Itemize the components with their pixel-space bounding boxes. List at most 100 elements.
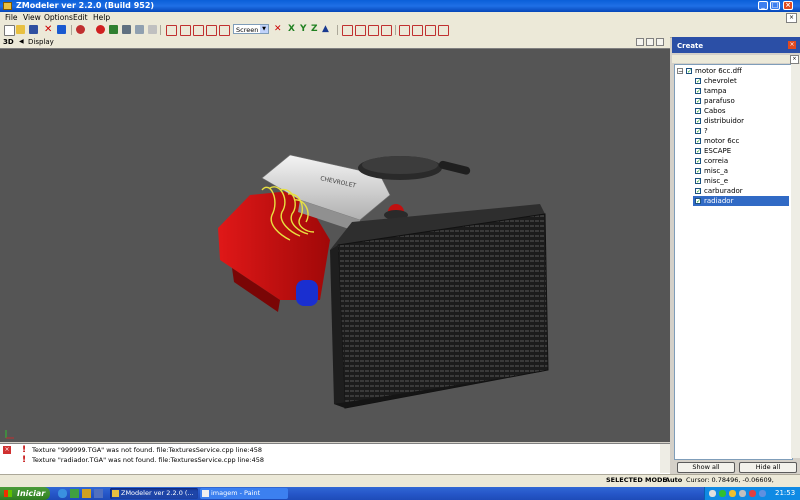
log-scrollbar[interactable] [660, 444, 670, 473]
log-close-icon[interactable]: × [3, 446, 11, 454]
viewport-close-icon[interactable] [656, 38, 664, 46]
tree-item[interactable]: ✓ carburador [693, 186, 789, 196]
tree-item[interactable]: ✓ radiador [693, 196, 789, 206]
tray-icon[interactable] [749, 490, 756, 497]
tree-item[interactable]: ✓ misc_e [693, 176, 789, 186]
zoom-icon[interactable] [166, 25, 177, 36]
delete-icon[interactable]: ✕ [44, 25, 53, 35]
checkbox-icon[interactable]: ✓ [695, 148, 701, 155]
checkbox-icon[interactable]: ✓ [695, 178, 701, 185]
rotate-icon[interactable] [381, 25, 392, 36]
task-paint[interactable]: imagem - Paint [200, 488, 288, 499]
checkbox-icon[interactable]: ✓ [695, 88, 701, 95]
tool-icon[interactable] [148, 25, 157, 34]
close-button[interactable]: × [783, 1, 793, 10]
scale-icon[interactable] [368, 25, 379, 36]
tree-item[interactable]: ✓ tampa [693, 86, 789, 96]
view-mode-select[interactable]: Screen ▼ [233, 24, 269, 34]
menu-help[interactable]: Help [90, 12, 113, 23]
viewport-restore-icon[interactable] [636, 38, 644, 46]
axis-y-toggle[interactable]: Y [300, 24, 307, 34]
record-icon[interactable] [96, 25, 105, 34]
explorer-icon[interactable] [82, 489, 91, 498]
tray-icon[interactable] [719, 490, 726, 497]
checkbox-icon[interactable]: ✓ [695, 128, 701, 135]
hide-all-button[interactable]: Hide all [739, 462, 797, 473]
tree-item[interactable]: ✓ chevrolet [693, 76, 789, 86]
tray-icon[interactable] [709, 490, 716, 497]
vertex-icon[interactable] [399, 25, 410, 36]
rotate-view-icon[interactable] [193, 25, 204, 36]
display-menu[interactable]: Display [28, 38, 54, 46]
object-tree: − ✓ motor 6cc.dff ✓ chevrolet ✓ tampa ✓ paraf… [674, 64, 793, 460]
network-icon[interactable] [759, 490, 766, 497]
checkbox-icon[interactable]: ✓ [695, 78, 701, 85]
collapse-icon[interactable]: − [677, 68, 683, 75]
fit-icon[interactable] [219, 25, 230, 36]
status-snap[interactable]: Auto [665, 475, 682, 485]
checkbox-icon[interactable]: ✓ [695, 98, 701, 105]
tree-item[interactable]: ✓ misc_a [693, 166, 789, 176]
object-icon[interactable] [438, 25, 449, 36]
tree-item[interactable]: ✓ Cabos [693, 106, 789, 116]
undo-icon[interactable] [122, 25, 131, 34]
select-region-icon[interactable] [355, 25, 366, 36]
tree-item[interactable]: ✓ distribuidor [693, 116, 789, 126]
tree-item-label: parafuso [704, 97, 735, 105]
select-icon[interactable] [342, 25, 353, 36]
viewport-maximize-icon[interactable] [646, 38, 654, 46]
export-icon[interactable] [57, 25, 66, 34]
maximize-button[interactable]: □ [770, 1, 780, 10]
checkbox-icon[interactable]: ✓ [686, 68, 692, 75]
toolbar-separator [337, 25, 338, 35]
tree-item[interactable]: ✓ correia [693, 156, 789, 166]
panel-collapse-icon[interactable]: × [790, 55, 799, 64]
material-icon[interactable] [109, 25, 118, 34]
doc-close-icon[interactable]: × [786, 13, 797, 23]
task-zmodeler[interactable]: ZModeler ver 2.2.0 (... [110, 488, 198, 499]
tree-item[interactable]: ✓ motor 6cc [693, 136, 789, 146]
redo-icon[interactable] [135, 25, 144, 34]
menu-file[interactable]: File [2, 12, 21, 23]
axis-lock-icon[interactable]: ✕ [274, 25, 283, 34]
pan-icon[interactable] [180, 25, 191, 36]
ie-icon[interactable] [58, 489, 67, 498]
checkbox-icon[interactable]: ✓ [695, 198, 701, 205]
checkbox-icon[interactable]: ✓ [695, 158, 701, 165]
tray-icon[interactable] [729, 490, 736, 497]
show-all-button[interactable]: Show all [677, 462, 735, 473]
axis-x-toggle[interactable]: X [288, 24, 295, 34]
volume-icon[interactable] [739, 490, 746, 497]
view-label[interactable]: 3D [3, 38, 14, 46]
panel-close-icon[interactable]: × [788, 41, 796, 49]
panel-header: Create × [672, 37, 800, 53]
open-icon[interactable] [16, 25, 25, 34]
face-icon[interactable] [425, 25, 436, 36]
viewport-3d[interactable]: CHEVROLET [0, 49, 670, 442]
checkbox-icon[interactable]: ✓ [695, 118, 701, 125]
axis-z-toggle[interactable]: Z [311, 24, 318, 34]
media-icon[interactable] [94, 489, 103, 498]
new-icon[interactable] [4, 25, 15, 36]
chevron-left-icon[interactable]: ◀ [19, 38, 24, 45]
tree-item[interactable]: ✓ parafuso [693, 96, 789, 106]
panel-scrollbar[interactable] [791, 64, 800, 458]
checkbox-icon[interactable]: ✓ [695, 108, 701, 115]
air-cleaner-top [362, 156, 438, 174]
checkbox-icon[interactable]: ✓ [695, 188, 701, 195]
menu-edit[interactable]: Edit [70, 12, 91, 23]
tree-item[interactable]: ✓ ESCAPE [693, 146, 789, 156]
checkbox-icon[interactable]: ✓ [695, 138, 701, 145]
edge-icon[interactable] [412, 25, 423, 36]
zoom-extents-icon[interactable] [206, 25, 217, 36]
clock[interactable]: 21:53 [775, 488, 795, 499]
tree-item[interactable]: ✓? [693, 126, 789, 136]
desktop-icon[interactable] [70, 489, 79, 498]
move-icon[interactable]: ▲ [322, 25, 331, 34]
start-button[interactable]: Iniciar [0, 487, 50, 500]
save-icon[interactable] [29, 25, 38, 34]
minimize-button[interactable]: _ [758, 1, 768, 10]
render-icon[interactable] [76, 25, 85, 34]
tree-item-label: carburador [704, 187, 743, 195]
checkbox-icon[interactable]: ✓ [695, 168, 701, 175]
